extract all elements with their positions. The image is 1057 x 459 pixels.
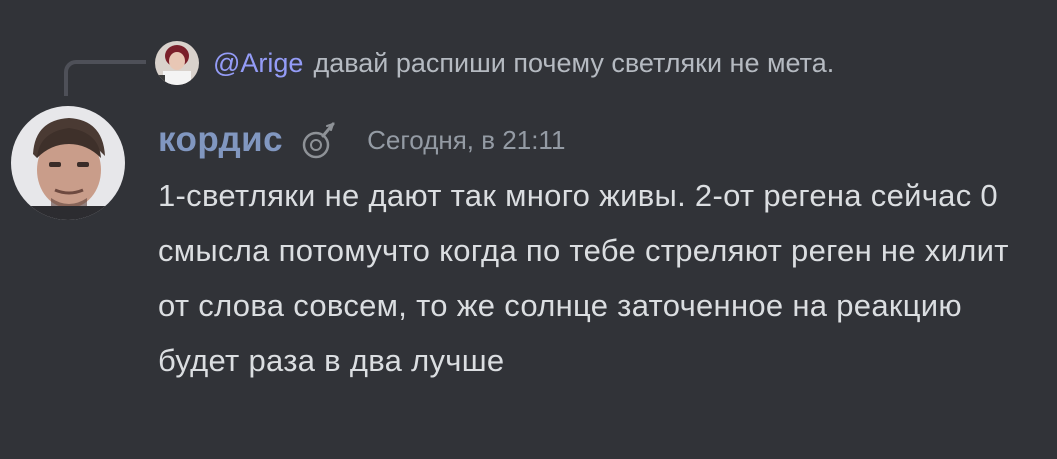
reply-text[interactable]: давай распиши почему светляки не мета. (313, 48, 834, 79)
reply-avatar[interactable] (155, 41, 199, 85)
author-name[interactable]: кордис (158, 120, 283, 160)
chat-message: @Arige давай распиши почему светляки не … (0, 0, 1057, 459)
reply-spine (64, 60, 146, 96)
timestamp: Сегодня, в 21:11 (367, 124, 566, 155)
message-header: кордис Сегодня, в 21:11 (158, 114, 565, 166)
reply-reference[interactable]: @Arige давай распиши почему светляки не … (155, 38, 834, 88)
reply-mention[interactable]: @Arige (213, 48, 303, 79)
message-content: 1-светляки не дают так много живы. 2-от … (158, 178, 1009, 378)
nitro-role-icon[interactable] (299, 120, 339, 160)
avatar[interactable] (11, 106, 125, 220)
